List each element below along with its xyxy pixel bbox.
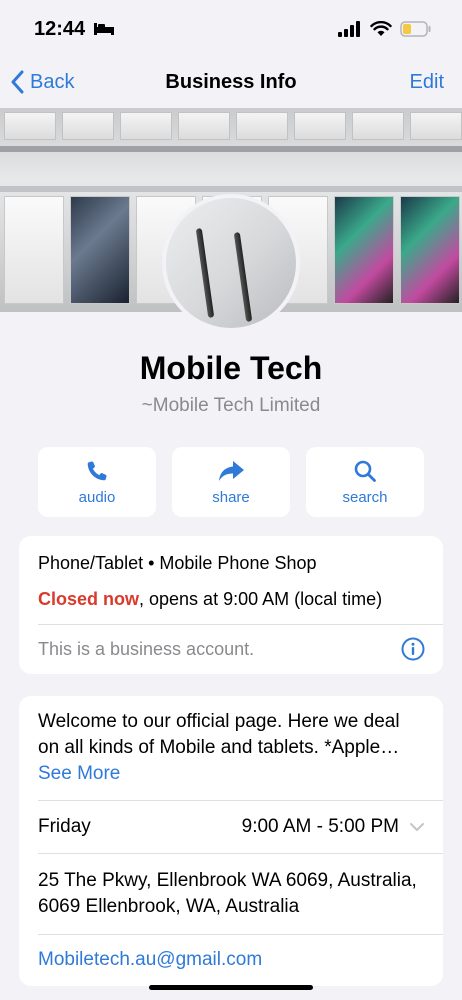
battery-icon <box>400 21 431 37</box>
description-text: Welcome to our official page. Here we de… <box>38 711 400 758</box>
chevron-down-icon <box>410 823 424 831</box>
search-label: search <box>342 488 388 506</box>
chevron-left-icon <box>11 70 24 94</box>
share-arrow-icon <box>219 460 244 481</box>
opening-hours-note: , opens at 9:00 AM (local time) <box>139 589 383 609</box>
home-indicator <box>149 985 313 990</box>
business-hours-day: Friday <box>38 816 91 837</box>
business-account-row[interactable]: This is a business account. <box>19 625 443 661</box>
business-subname: ~Mobile Tech Limited <box>141 395 321 416</box>
business-description: Welcome to our official page. Here we de… <box>19 696 443 800</box>
business-address[interactable]: 25 The Pkwy, Ellenbrook WA 6069, Austral… <box>19 854 443 934</box>
status-left: 12:44 <box>34 18 115 41</box>
business-account-note: This is a business account. <box>38 638 255 659</box>
status-time: 12:44 <box>34 17 86 40</box>
business-category: Phone/Tablet • Mobile Phone Shop <box>38 553 317 573</box>
phone-icon <box>87 460 107 480</box>
status-bar: 12:44 <box>0 0 462 58</box>
back-label: Back <box>30 70 75 93</box>
business-name: Mobile Tech <box>139 350 323 386</box>
business-hours-time: 9:00 AM - 5:00 PM <box>241 816 399 837</box>
opening-status: Closed now, opens at 9:00 AM (local time… <box>19 576 443 624</box>
share-label: share <box>212 488 250 506</box>
cover-shelf-line <box>0 146 462 152</box>
business-details-card: Welcome to our official page. Here we de… <box>19 696 443 986</box>
back-button[interactable]: Back <box>10 70 74 94</box>
search-button[interactable]: search <box>306 447 424 517</box>
share-button[interactable]: share <box>172 447 290 517</box>
closed-status-badge: Closed now <box>38 589 140 609</box>
cellular-signal-icon <box>338 21 360 37</box>
action-buttons: audio share search <box>38 447 424 517</box>
cover-shelf-top <box>0 112 462 140</box>
status-right <box>338 21 432 37</box>
audio-label: audio <box>78 488 116 506</box>
see-more-link[interactable]: See More <box>38 763 120 784</box>
nav-bar: Back Business Info Edit <box>0 58 462 106</box>
search-icon <box>354 460 376 482</box>
info-icon[interactable] <box>401 637 425 661</box>
business-hours-row[interactable]: Friday 9:00 AM - 5:00 PM <box>19 801 443 853</box>
edit-button[interactable]: Edit <box>410 71 444 94</box>
audio-call-button[interactable]: audio <box>38 447 156 517</box>
sleep-bed-icon <box>94 23 115 35</box>
cover-shelf-line-2 <box>0 186 462 192</box>
wifi-icon <box>370 21 392 36</box>
business-info-card: Phone/Tablet • Mobile Phone Shop Closed … <box>19 536 443 674</box>
business-email-link[interactable]: Mobiletech.au@gmail.com <box>19 935 443 973</box>
profile-avatar[interactable] <box>162 194 300 332</box>
